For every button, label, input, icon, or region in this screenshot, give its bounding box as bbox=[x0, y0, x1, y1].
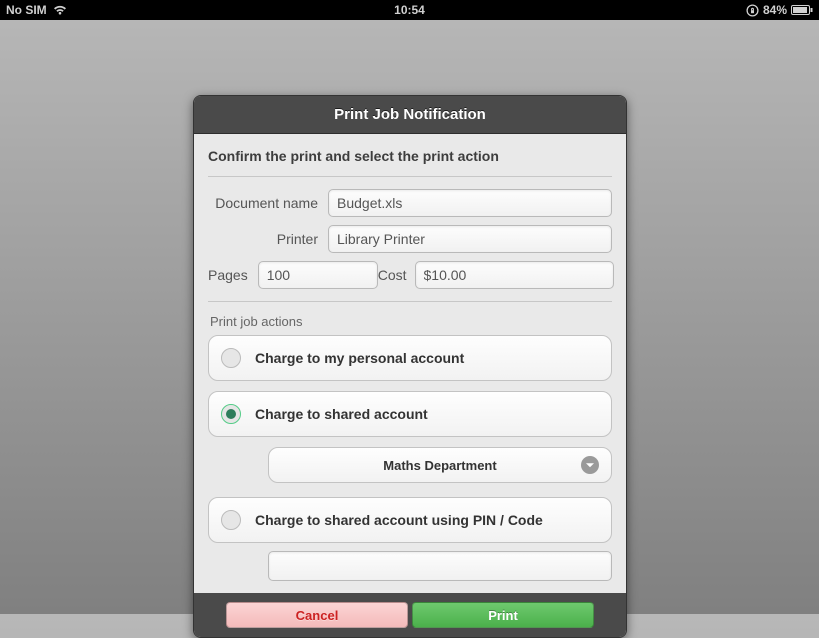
radio-icon bbox=[221, 348, 241, 368]
divider bbox=[208, 301, 612, 302]
modal-title: Print Job Notification bbox=[194, 96, 626, 134]
label-cost: Cost bbox=[378, 267, 415, 283]
carrier-label: No SIM bbox=[6, 3, 47, 17]
option-charge-personal[interactable]: Charge to my personal account bbox=[208, 335, 612, 381]
pages-field[interactable] bbox=[258, 261, 378, 289]
option-label: Charge to shared account using PIN / Cod… bbox=[255, 512, 543, 528]
pin-input-container bbox=[268, 551, 612, 581]
option-charge-shared[interactable]: Charge to shared account bbox=[208, 391, 612, 437]
status-bar: No SIM 10:54 84% bbox=[0, 0, 819, 20]
battery-percent-label: 84% bbox=[763, 3, 787, 17]
wifi-icon bbox=[53, 4, 67, 16]
clock-label: 10:54 bbox=[394, 3, 425, 17]
row-pages-cost: Pages Cost bbox=[208, 261, 612, 289]
divider bbox=[208, 176, 612, 177]
orientation-lock-icon bbox=[746, 4, 759, 17]
radio-icon bbox=[221, 510, 241, 530]
cost-field[interactable] bbox=[415, 261, 614, 289]
label-printer: Printer bbox=[208, 231, 328, 247]
chevron-down-icon bbox=[581, 456, 599, 474]
dropdown-value: Maths Department bbox=[383, 458, 496, 473]
battery-icon bbox=[791, 5, 813, 15]
row-printer: Printer bbox=[208, 225, 612, 253]
document-name-field[interactable] bbox=[328, 189, 612, 217]
section-label: Print job actions bbox=[208, 314, 612, 329]
label-pages: Pages bbox=[208, 267, 258, 283]
print-button[interactable]: Print bbox=[412, 602, 594, 628]
option-label: Charge to shared account bbox=[255, 406, 428, 422]
shared-account-dropdown[interactable]: Maths Department bbox=[268, 447, 612, 483]
option-label: Charge to my personal account bbox=[255, 350, 464, 366]
row-document-name: Document name bbox=[208, 189, 612, 217]
label-document-name: Document name bbox=[208, 195, 328, 211]
modal-footer: Cancel Print bbox=[194, 593, 626, 637]
option-charge-pin[interactable]: Charge to shared account using PIN / Cod… bbox=[208, 497, 612, 543]
printer-field[interactable] bbox=[328, 225, 612, 253]
modal-body: Confirm the print and select the print a… bbox=[194, 134, 626, 593]
radio-selected-icon bbox=[221, 404, 241, 424]
pin-code-field[interactable] bbox=[268, 551, 612, 581]
print-job-modal: Print Job Notification Confirm the print… bbox=[193, 95, 627, 638]
instruction-text: Confirm the print and select the print a… bbox=[208, 148, 612, 164]
cancel-button[interactable]: Cancel bbox=[226, 602, 408, 628]
